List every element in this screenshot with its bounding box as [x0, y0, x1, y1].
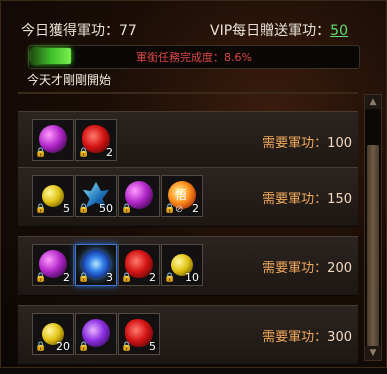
reward-item-slot[interactable]: 🔒: [118, 175, 160, 217]
requirement-value: 300: [327, 330, 352, 345]
reward-items: 🔒 20 🔒 🔒 5: [32, 313, 160, 355]
reward-item-slot[interactable]: 悟 🔒 ⊘ 2: [161, 175, 203, 217]
item-count: 2: [149, 271, 156, 284]
merit-requirement: 需要軍功：200: [262, 257, 352, 276]
today-merit-value: 77: [119, 23, 137, 39]
bound-lock-icon: 🔒: [78, 273, 90, 283]
reward-items: 🔒 🔒 2: [32, 119, 117, 161]
progress-text: 軍銜任務完成度：8.6%: [136, 51, 252, 64]
item-count: 2: [63, 271, 70, 284]
reward-row: 🔒 2 🔒 3 🔒 2 🔒 10 需要軍功：200: [18, 236, 358, 296]
vip-daily-merit: VIP每日贈送軍功：50: [210, 20, 348, 40]
military-merit-panel: 今日獲得軍功：77 VIP每日贈送軍功：50 軍銜任務完成度：8.6% 今天才剛…: [0, 0, 387, 368]
reward-item-slot[interactable]: 🔒 3: [75, 244, 117, 286]
bound-lock-icon: 🔒: [35, 342, 47, 352]
scroll-down-arrow-icon[interactable]: ▼: [365, 346, 381, 360]
reward-item-slot[interactable]: 🔒 5: [118, 313, 160, 355]
item-count: 2: [106, 146, 113, 159]
item-count: 20: [56, 340, 70, 353]
requirement-value: 200: [327, 261, 352, 276]
reward-item-slot[interactable]: 🔒 2: [75, 119, 117, 161]
item-count: 3: [106, 271, 113, 284]
merit-requirement: 需要軍功：300: [262, 326, 352, 345]
bound-lock-icon: 🔒: [121, 342, 133, 352]
reward-item-slot[interactable]: 🔒 5: [32, 175, 74, 217]
item-count: 10: [185, 271, 199, 284]
item-count: 5: [63, 202, 70, 215]
reward-row: 🔒 5 🔒 50 🔒 悟 🔒 ⊘ 2 需要軍功：150: [18, 167, 358, 227]
scrollbar-thumb[interactable]: [367, 145, 379, 351]
item-count: 50: [99, 202, 113, 215]
bound-lock-icon: 🔒: [121, 204, 133, 214]
requirement-value: 100: [327, 136, 352, 151]
item-count: 5: [149, 340, 156, 353]
reward-item-slot[interactable]: 🔒: [75, 313, 117, 355]
reward-items: 🔒 2 🔒 3 🔒 2 🔒 10: [32, 244, 203, 286]
panel-header: 今日獲得軍功：77 VIP每日贈送軍功：50 軍銜任務完成度：8.6% 今天才剛…: [1, 1, 387, 96]
requirement-value: 150: [327, 192, 352, 207]
reward-item-slot[interactable]: 🔒: [32, 119, 74, 161]
vip-merit-value[interactable]: 50: [330, 23, 348, 39]
reward-row: 🔒 🔒 2 需要軍功：100: [18, 111, 358, 171]
reward-list: 🔒 🔒 2 需要軍功：100 🔒 5 🔒 50 🔒 悟 🔒 ⊘ 2 需要軍功：150 🔒 2 🔒 3 🔒 2 🔒 10 需要…: [18, 98, 358, 374]
item-glyph: 悟: [175, 188, 188, 202]
requirement-label: 需要軍功：: [262, 261, 328, 276]
item-count: 2: [192, 202, 199, 215]
no-trade-icon: ⊘: [175, 204, 184, 215]
requirement-label: 需要軍功：: [262, 136, 328, 151]
rank-task-progress-bar: 軍銜任務完成度：8.6%: [28, 45, 360, 69]
status-text: 今天才剛剛開始: [27, 73, 112, 87]
merit-requirement: 需要軍功：100: [262, 132, 352, 151]
bound-lock-icon: 🔒: [78, 204, 90, 214]
scrollbar[interactable]: ▲ ▼: [364, 94, 382, 361]
bound-lock-icon: 🔒: [164, 273, 176, 283]
requirement-label: 需要軍功：: [262, 330, 328, 345]
bound-lock-icon: 🔒: [164, 204, 176, 214]
bound-lock-icon: 🔒: [121, 273, 133, 283]
today-merit: 今日獲得軍功：77: [21, 20, 137, 40]
bound-lock-icon: 🔒: [78, 148, 90, 158]
reward-item-slot[interactable]: 🔒 10: [161, 244, 203, 286]
reward-item-slot[interactable]: 🔒 2: [118, 244, 160, 286]
requirement-label: 需要軍功：: [262, 192, 328, 207]
bound-lock-icon: 🔒: [78, 342, 90, 352]
reward-items: 🔒 5 🔒 50 🔒 悟 🔒 ⊘ 2: [32, 175, 203, 217]
header-divider: [18, 92, 358, 94]
bound-lock-icon: 🔒: [35, 273, 47, 283]
merit-requirement: 需要軍功：150: [262, 188, 352, 207]
scroll-up-arrow-icon[interactable]: ▲: [365, 95, 381, 109]
reward-item-slot[interactable]: 🔒 50: [75, 175, 117, 217]
today-merit-label: 今日獲得軍功：: [21, 23, 119, 39]
reward-row: 🔒 20 🔒 🔒 5 需要軍功：300: [18, 305, 358, 365]
vip-merit-label: VIP每日贈送軍功：: [210, 23, 331, 39]
bound-lock-icon: 🔒: [35, 148, 47, 158]
bound-lock-icon: 🔒: [35, 204, 47, 214]
reward-item-slot[interactable]: 🔒 20: [32, 313, 74, 355]
reward-item-slot[interactable]: 🔒 2: [32, 244, 74, 286]
